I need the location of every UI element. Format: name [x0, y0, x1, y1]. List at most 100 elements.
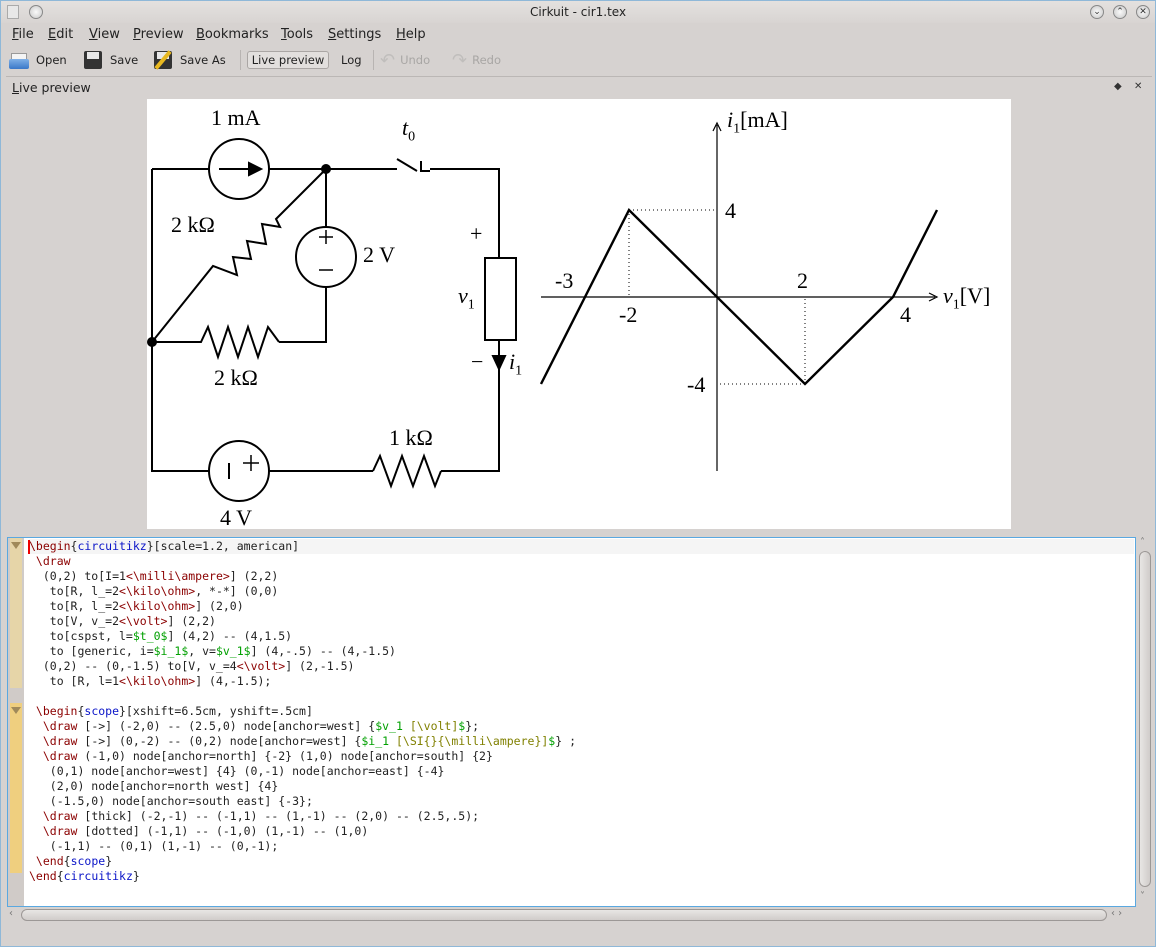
code-token: \end: [29, 854, 64, 868]
code-line[interactable]: to [generic, i=$i_1$, v=$v_1$] (4,-.5) -…: [29, 644, 1134, 659]
divider: [6, 76, 1152, 77]
log-button[interactable]: Log: [341, 50, 362, 70]
current-subscript: 1: [515, 363, 523, 379]
toolbar: Open Save Save As Live preview Log ↶ Und…: [1, 46, 1155, 74]
y-tick-label: 4: [725, 198, 736, 223]
code-line[interactable]: to [R, l=1<\kilo\ohm>] (4,-1.5);: [29, 674, 1134, 689]
code-line[interactable]: to[V, v_=2<\volt>] (2,2): [29, 614, 1134, 629]
maximize-button[interactable]: ⌃: [1113, 5, 1127, 19]
scroll-down-icon[interactable]: ˅: [1140, 891, 1145, 902]
code-token: }[scale=1.2, american]: [146, 539, 300, 553]
floppy-disk-icon: [83, 50, 105, 70]
code-line[interactable]: to[R, l_=2<\kilo\ohm>] (2,0): [29, 599, 1134, 614]
scrollbar-thumb[interactable]: [21, 909, 1107, 921]
code-token: [\volt]: [409, 719, 459, 733]
text-cursor: [28, 540, 30, 554]
scroll-right-icon[interactable]: ‹ ›: [1111, 908, 1122, 919]
redo-label: Redo: [472, 53, 501, 67]
dock-title: Live preview: [12, 80, 91, 95]
code-token: \draw: [29, 719, 78, 733]
resistor-mid: [152, 323, 280, 361]
horizontal-scrollbar[interactable]: ‹ ‹ ›: [7, 908, 1137, 922]
y-axis-unit: [mA]: [740, 107, 788, 132]
fold-region: [10, 703, 22, 873]
code-line[interactable]: \draw [->] (0,-2) -- (0,2) node[anchor=w…: [29, 734, 1134, 749]
close-button[interactable]: ✕: [1136, 5, 1150, 19]
code-token: circuitikz: [77, 539, 147, 553]
live-preview-toggle[interactable]: Live preview: [247, 51, 329, 69]
resistor-bottom-label: 1 kΩ: [389, 425, 433, 450]
code-line[interactable]: (-1,1) -- (0,1) (1,-1) -- (0,-1);: [29, 839, 1134, 854]
scroll-left-icon[interactable]: ‹: [9, 908, 13, 919]
code-token: };: [465, 719, 480, 733]
save-label: Save: [110, 53, 139, 67]
code-line[interactable]: (-1.5,0) node[anchor=south east] {-3};: [29, 794, 1134, 809]
scrollbar-thumb[interactable]: [1139, 551, 1151, 887]
code-line[interactable]: (2,0) node[anchor=north west] {4}: [29, 779, 1134, 794]
code-token: <\kilo\ohm>: [119, 599, 196, 613]
code-line[interactable]: \begin{scope}[xshift=6.5cm, yshift=.5cm]: [29, 704, 1134, 719]
voltage-label: v1: [458, 283, 475, 313]
code-line[interactable]: \end{circuitikz}: [29, 869, 1134, 884]
code-token: $i_1$: [153, 644, 189, 658]
code-token: \draw: [29, 734, 78, 748]
code-line[interactable]: \draw [thick] (-2,-1) -- (-1,1) -- (1,-1…: [29, 809, 1134, 824]
vertical-scrollbar[interactable]: ˄ ˅: [1138, 537, 1152, 907]
open-button[interactable]: Open: [9, 50, 67, 70]
code-token: (0,2) -- (0,-1.5) to[V, v_=4: [29, 659, 237, 673]
open-label: Open: [36, 53, 67, 67]
code-token: $t_0$: [132, 629, 168, 643]
code-token: (0,1) node[anchor=west] {4} (0,-1) node[…: [29, 764, 445, 778]
wire: [279, 287, 327, 343]
y-tick-label: -4: [687, 372, 706, 397]
code-line[interactable]: \begin{circuitikz}[scale=1.2, american]: [29, 539, 1134, 554]
code-line[interactable]: to[cspst, l=$t_0$] (4,2) -- (4,1.5): [29, 629, 1134, 644]
menu-settings[interactable]: Settings: [328, 27, 381, 42]
code-token: ] (4,-.5) -- (4,-1.5): [250, 644, 396, 658]
title-bar: Cirkuit - cir1.tex ⌄ ⌃ ✕: [1, 1, 1155, 23]
fold-toggle-icon[interactable]: [11, 542, 21, 549]
fold-region: [10, 538, 22, 688]
menu-bar: File Edit View Preview Bookmarks Tools S…: [1, 23, 1155, 45]
scroll-up-icon[interactable]: ˄: [1140, 537, 1145, 548]
menu-file[interactable]: File: [12, 27, 34, 42]
code-token: ] (2,0): [195, 599, 244, 613]
save-as-label: Save As: [180, 53, 226, 67]
voltage-symbol: v: [458, 283, 468, 308]
minimize-button[interactable]: ⌄: [1090, 5, 1104, 19]
undo-label: Undo: [400, 53, 431, 67]
dock-close-button[interactable]: ✕: [1134, 81, 1142, 92]
menu-bookmarks[interactable]: Bookmarks: [196, 27, 269, 42]
iv-plot: [539, 121, 939, 471]
save-button[interactable]: Save: [83, 50, 138, 70]
fold-toggle-icon[interactable]: [11, 707, 21, 714]
save-as-button[interactable]: Save As: [153, 50, 226, 70]
redo-button[interactable]: ↷ Redo: [452, 50, 501, 71]
voltage-source-bottom-label: 4 V: [220, 505, 252, 530]
voltage-source-label: 2 V: [363, 242, 395, 267]
menu-tools[interactable]: Tools: [281, 27, 313, 42]
code-line[interactable]: \draw [dotted] (-1,1) -- (-1,0) (1,-1) -…: [29, 824, 1134, 839]
menu-preview[interactable]: Preview: [133, 27, 184, 42]
undo-button[interactable]: ↶ Undo: [380, 50, 431, 71]
code-line[interactable]: (0,1) node[anchor=west] {4} (0,-1) node[…: [29, 764, 1134, 779]
code-line[interactable]: \draw (-1,0) node[anchor=north] {-2} (1,…: [29, 749, 1134, 764]
code-line[interactable]: (0,2) to[I=1<\milli\ampere>] (2,2): [29, 569, 1134, 584]
splitter-handle[interactable]: [7, 530, 1151, 536]
code-line[interactable]: \draw: [29, 554, 1134, 569]
code-line[interactable]: [29, 689, 1134, 704]
code-text[interactable]: \begin{circuitikz}[scale=1.2, american] …: [29, 539, 1134, 884]
plus-label: +: [470, 221, 483, 246]
menu-view[interactable]: View: [89, 27, 120, 42]
code-line[interactable]: \draw [->] (-2,0) -- (2.5,0) node[anchor…: [29, 719, 1134, 734]
resistor-bottom: [372, 453, 442, 489]
resistor-diagonal-label: 2 kΩ: [171, 212, 215, 237]
dock-float-button[interactable]: ◆: [1114, 81, 1122, 92]
code-line[interactable]: to[R, l_=2<\kilo\ohm>, *-*] (0,0): [29, 584, 1134, 599]
menu-help[interactable]: Help: [396, 27, 426, 42]
current-arrow-head: [248, 161, 264, 177]
code-editor[interactable]: \begin{circuitikz}[scale=1.2, american] …: [7, 537, 1136, 907]
code-line[interactable]: \end{scope}: [29, 854, 1134, 869]
menu-edit[interactable]: Edit: [48, 27, 73, 42]
code-line[interactable]: (0,2) -- (0,-1.5) to[V, v_=4<\volt>] (2,…: [29, 659, 1134, 674]
